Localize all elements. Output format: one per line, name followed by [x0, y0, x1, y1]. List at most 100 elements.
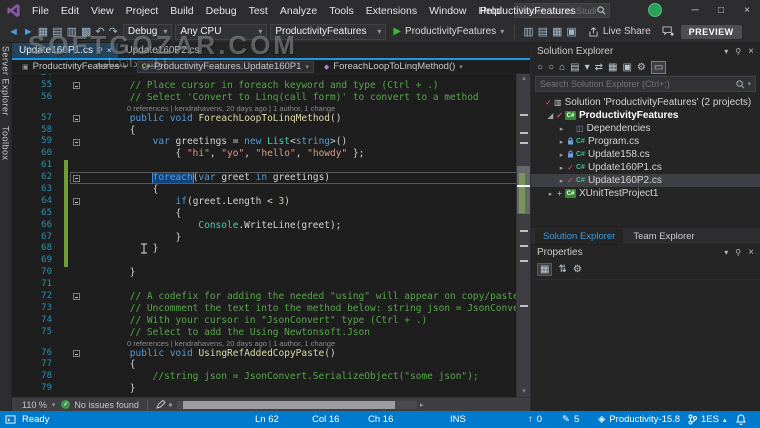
chevron-expanded-icon[interactable]: ◢ — [546, 112, 555, 120]
menu-project[interactable]: Project — [120, 0, 165, 21]
code-line[interactable]: 63 { — [12, 184, 530, 196]
document-tab[interactable]: Update160P1.cs⚲× — [12, 43, 118, 58]
scroll-left-icon[interactable]: ◂ — [168, 401, 172, 409]
code-line[interactable]: 73 // Uncomment the text into the method… — [12, 303, 530, 315]
breadcrumb-item[interactable]: ◆ForeachLoopToLinqMethod()▾ — [320, 61, 467, 73]
pending-pushes[interactable]: ↑ 0 — [528, 411, 542, 428]
toolbar-icon[interactable]: ▣ — [564, 26, 578, 38]
toolbar-icon[interactable]: ▤ — [536, 26, 550, 38]
fold-collapse-icon[interactable] — [70, 291, 82, 303]
solution-toolbar-icon[interactable]: ▣ — [622, 62, 631, 73]
output-window-icon[interactable] — [5, 411, 16, 428]
code-line[interactable]: 72 // A codefix for adding the needed "u… — [12, 291, 530, 303]
solution-toolbar-icon[interactable]: ▦ — [608, 62, 617, 73]
close-button[interactable]: × — [734, 0, 760, 21]
fold-collapse-icon[interactable] — [70, 196, 82, 208]
code-line[interactable]: 62 foreach(var greet in greetings) — [12, 172, 530, 184]
categorized-icon[interactable]: ▦ — [537, 263, 552, 276]
column-indicator[interactable]: Col 16 — [312, 411, 339, 428]
pin-icon[interactable]: ⚲ — [735, 47, 741, 56]
code-line[interactable]: 55 // Place cursor in foreach keyword an… — [12, 80, 530, 92]
code-editor[interactable]: 5455 // Place cursor in foreach keyword … — [12, 74, 530, 397]
toolbar-icon[interactable]: ▦ — [550, 26, 564, 38]
menu-debug[interactable]: Debug — [200, 0, 243, 21]
document-tab[interactable]: Update160P2.cs — [118, 43, 206, 58]
fold-collapse-icon[interactable] — [70, 348, 82, 360]
code-line[interactable]: 77 { — [12, 359, 530, 371]
code-line[interactable]: 67 } — [12, 232, 530, 244]
toolbar-icon[interactable]: ↷ — [107, 26, 120, 38]
toolbar-icon[interactable]: ◄ — [6, 26, 21, 38]
chevron-collapsed-icon[interactable]: ▸ — [557, 177, 566, 185]
chevron-collapsed-icon[interactable]: ▸ — [557, 164, 566, 172]
alphabetical-icon[interactable]: ⇅ — [558, 264, 566, 275]
maximize-button[interactable]: □ — [708, 0, 734, 21]
account-avatar[interactable] — [648, 3, 662, 17]
tree-item[interactable]: ◢✓C#ProductivityFeatures — [531, 109, 760, 122]
horizontal-scrollbar[interactable] — [177, 401, 417, 409]
notifications-bell[interactable] — [736, 411, 746, 428]
scrollbar-thumb[interactable] — [517, 166, 530, 214]
chevron-collapsed-icon[interactable]: ▸ — [557, 151, 566, 159]
code-line[interactable]: 76 public void UsingRefAddedCopyPaste() — [12, 348, 530, 360]
startup-project-dropdown[interactable]: ProductivityFeatures ▾ — [270, 24, 386, 40]
menu-test[interactable]: Test — [243, 0, 274, 21]
chevron-collapsed-icon[interactable]: ▸ — [546, 190, 555, 198]
codelens-info[interactable]: 0 references | kendrahavens, 20 days ago… — [12, 104, 530, 113]
insert-mode-indicator[interactable]: INS — [450, 411, 466, 428]
chevron-collapsed-icon[interactable]: ▸ — [557, 125, 566, 133]
breadcrumb-item[interactable]: ▣ProductivityFeatures▾ — [18, 61, 131, 73]
close-icon[interactable]: × — [748, 247, 754, 258]
document-health-indicator[interactable]: ✓ No issues found — [61, 400, 139, 410]
solution-toolbar-icon[interactable]: ○ — [548, 62, 554, 73]
toolbar-icon[interactable]: ▩ — [79, 26, 93, 38]
code-line[interactable]: 60 { "hi", "yo", "hello", "howdy" }; — [12, 148, 530, 160]
solution-toolbar-icon[interactable]: ⇄ — [595, 62, 603, 73]
scroll-up-icon[interactable]: ▴ — [517, 74, 530, 84]
scrollbar-thumb[interactable] — [183, 401, 395, 409]
live-share-button[interactable]: Live Share — [588, 26, 651, 37]
code-line[interactable]: 69 — [12, 255, 530, 267]
code-line[interactable]: 56 // Select 'Convert to Linq(call form)… — [12, 92, 530, 104]
close-icon[interactable]: × — [107, 46, 112, 55]
pen-icon[interactable] — [156, 400, 166, 409]
solution-toolbar-icon[interactable]: ▤ — [570, 62, 579, 73]
zoom-control[interactable]: 110 % ▾ — [12, 400, 61, 410]
fold-collapse-icon[interactable] — [70, 172, 82, 184]
code-line[interactable]: 70 } — [12, 267, 530, 279]
code-line[interactable]: 66 Console.WriteLine(greet); — [12, 220, 530, 232]
solution-toolbar-icon[interactable]: ⌂ — [559, 62, 565, 73]
tree-item[interactable]: ✓▥Solution 'ProductivityFeatures' (2 pro… — [531, 96, 760, 109]
properties-header[interactable]: Properties ▾ ⚲ × — [531, 244, 760, 260]
code-line[interactable]: 68 } — [12, 243, 530, 255]
solution-toolbar-icon[interactable]: ⚙ — [637, 62, 646, 73]
character-indicator[interactable]: Ch 16 — [368, 411, 393, 428]
codelens-info[interactable]: 0 references | kendrahavens, 20 days ago… — [12, 339, 530, 348]
toolbar-icon[interactable]: ▦ — [36, 26, 50, 38]
line-indicator[interactable]: Ln 62 — [255, 411, 279, 428]
menu-extensions[interactable]: Extensions — [360, 0, 423, 21]
solution-search-input[interactable] — [540, 79, 736, 89]
solution-toolbar-icon[interactable]: ▾ — [585, 62, 590, 73]
menu-view[interactable]: View — [85, 0, 120, 21]
chevron-down-icon[interactable]: ▾ — [724, 47, 728, 56]
code-line[interactable]: 65 { — [12, 208, 530, 220]
menu-file[interactable]: File — [26, 0, 55, 21]
code-line[interactable]: 78 //string json = JsonConvert.Serialize… — [12, 371, 530, 383]
menu-tools[interactable]: Tools — [323, 0, 360, 21]
menu-build[interactable]: Build — [164, 0, 199, 21]
close-icon[interactable]: × — [748, 46, 754, 57]
code-line[interactable]: 64 if(greet.Length < 3) — [12, 196, 530, 208]
toolbar-icon[interactable]: ↶ — [93, 26, 106, 38]
branch-indicator[interactable]: 1ES ▴ — [688, 411, 726, 428]
tree-item[interactable]: ▸C#Update158.cs — [531, 148, 760, 161]
scroll-right-icon[interactable]: ▸ — [420, 401, 424, 409]
feedback-icon[interactable] — [662, 26, 674, 37]
side-tab-toolbox[interactable]: Toolbox — [1, 126, 11, 161]
toolbar-icon[interactable]: ► — [21, 26, 36, 38]
solution-configuration-dropdown[interactable]: Debug ▾ — [123, 24, 172, 40]
minimize-button[interactable]: ─ — [682, 0, 708, 21]
chevron-down-icon[interactable]: ▾ — [724, 248, 728, 257]
side-tab-server-explorer[interactable]: Server Explorer — [1, 46, 11, 116]
code-line[interactable]: 61 — [12, 160, 530, 172]
